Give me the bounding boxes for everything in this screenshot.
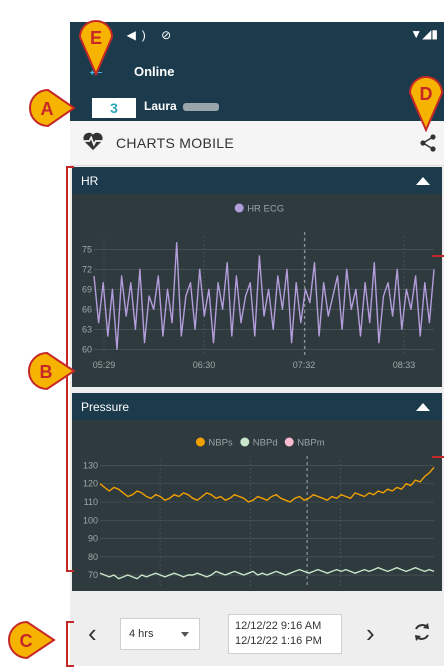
patient-name: Laura [144,99,219,113]
y-tick-label: 120 [83,479,98,489]
redacted-surname [182,102,219,111]
date-from: 12/12/22 9:16 AM [235,620,322,632]
legend-marker [240,437,250,447]
patient-name-text: Laura [144,99,177,113]
status-bar: ◑ ◀) ⊘ ▼◢▮ [70,22,444,50]
time-navigation-bar: ‹ 4 hrs 12/12/22 9:16 AM 12/12/22 1:16 P… [70,612,444,666]
pressure-chart-panel: Pressure 130 120 110 100 90 80 70 NBPs NBPd NBPm [72,393,442,591]
pressure-chart: 130 120 110 100 90 80 70 NBPs NBPd NBPm [83,437,435,586]
app-bar: ← Online [70,50,444,94]
y-tick-label: 90 [88,534,98,544]
series-line-hr-ecg [93,242,435,351]
x-tick-label: 08:33 [393,360,416,370]
series-line-nbpd [99,566,435,580]
y-tick-label: 130 [83,460,98,470]
callout-a: A [29,88,76,128]
hr-panel-header[interactable]: HR [72,167,442,194]
share-icon[interactable] [418,133,438,153]
callout-e: E [78,20,114,76]
x-tick-label: 07:32 [293,360,316,370]
legend-label: HR ECG [247,204,284,215]
previous-period-chevron-icon[interactable]: ‹ [88,618,97,649]
dropdown-caret-icon [181,632,189,637]
time-range-select[interactable]: 4 hrs [120,618,200,650]
y-tick-label: 100 [83,515,98,525]
x-tick-label: 06:30 [193,360,216,370]
date-to: 12/12/22 1:16 PM [235,635,322,647]
patient-bar: 3 Laura [70,94,444,121]
hr-chart: 75726966636005:29 06:30 07:32 08:33HR ECG [82,203,435,370]
pressure-panel-header[interactable]: Pressure [72,393,442,420]
module-title: CHARTS MOBILE [116,135,234,151]
callout-a-label: A [41,99,54,119]
next-period-chevron-icon[interactable]: › [366,618,375,649]
callout-c-label: C [20,631,33,651]
app-title: Online [134,64,175,79]
callout-b: B [28,352,76,391]
y-tick-label: 72 [82,264,92,274]
refresh-icon[interactable] [410,620,434,644]
hr-panel-title: HR [81,174,99,188]
legend-marker [284,437,294,447]
signal-battery-icon: ▼◢▮ [410,27,438,41]
heart-pulse-icon [83,132,103,151]
callout-d: D [408,76,444,132]
y-tick-label: 75 [82,244,92,254]
y-tick-label: 70 [88,570,98,580]
collapse-triangle-icon[interactable] [416,403,430,411]
legend-marker [195,437,205,447]
hr-chart-panel: HR 75 72 69 66 63 60 05:29 06:30 07:32 08:33 HR EC… [72,167,442,387]
pressure-edge-marker [432,456,444,458]
pressure-panel-title: Pressure [81,400,130,414]
y-tick-label: 80 [88,552,98,562]
x-tick-label: 05:29 [93,360,116,370]
status-icons: ◑ ◀) ⊘ [104,28,178,42]
hr-edge-marker [432,255,444,257]
phone-screen: ◑ ◀) ⊘ ▼◢▮ ← Online 3 Laura CHARTS MOBIL… [70,22,444,666]
callout-c: C [8,620,56,660]
module-header: CHARTS MOBILE [70,121,444,166]
legend-label: NBPm [297,438,325,449]
y-tick-label: 110 [84,497,98,507]
bed-number[interactable]: 3 [92,98,136,118]
legend-label: NBPs [208,438,233,449]
time-range-value: 4 hrs [129,628,154,640]
series-line-nbps [99,466,435,503]
y-tick-label: 69 [82,284,92,294]
legend-label: NBPd [253,438,278,449]
collapse-triangle-icon[interactable] [416,177,430,185]
date-range-display[interactable]: 12/12/22 9:16 AM 12/12/22 1:16 PM [228,614,342,654]
y-tick-label: 66 [82,304,92,314]
y-tick-label: 63 [82,324,92,334]
callout-d-label: D [420,84,433,104]
legend-marker [234,203,244,213]
callout-e-label: E [90,28,102,48]
callout-b-label: B [40,362,53,382]
